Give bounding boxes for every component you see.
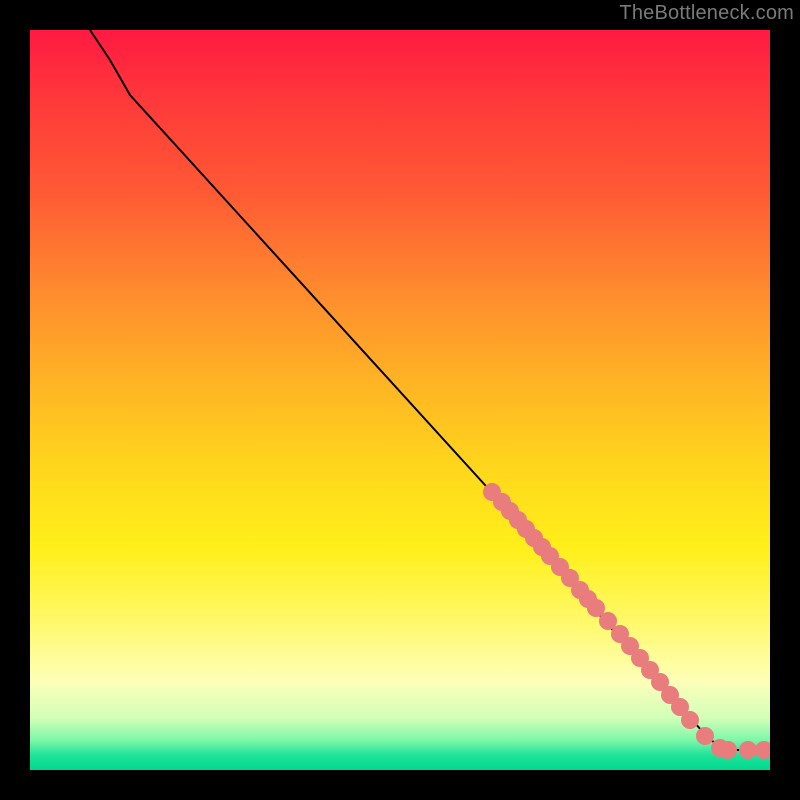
chart-point bbox=[719, 741, 737, 759]
chart-points bbox=[483, 483, 770, 759]
chart-svg bbox=[30, 30, 770, 770]
chart-point bbox=[755, 741, 770, 759]
chart-frame: TheBottleneck.com bbox=[0, 0, 800, 800]
chart-point bbox=[696, 727, 714, 745]
chart-curve bbox=[90, 30, 770, 750]
chart-plot-area bbox=[30, 30, 770, 770]
watermark-text: TheBottleneck.com bbox=[619, 2, 794, 25]
chart-point bbox=[739, 741, 757, 759]
chart-point bbox=[681, 711, 699, 729]
